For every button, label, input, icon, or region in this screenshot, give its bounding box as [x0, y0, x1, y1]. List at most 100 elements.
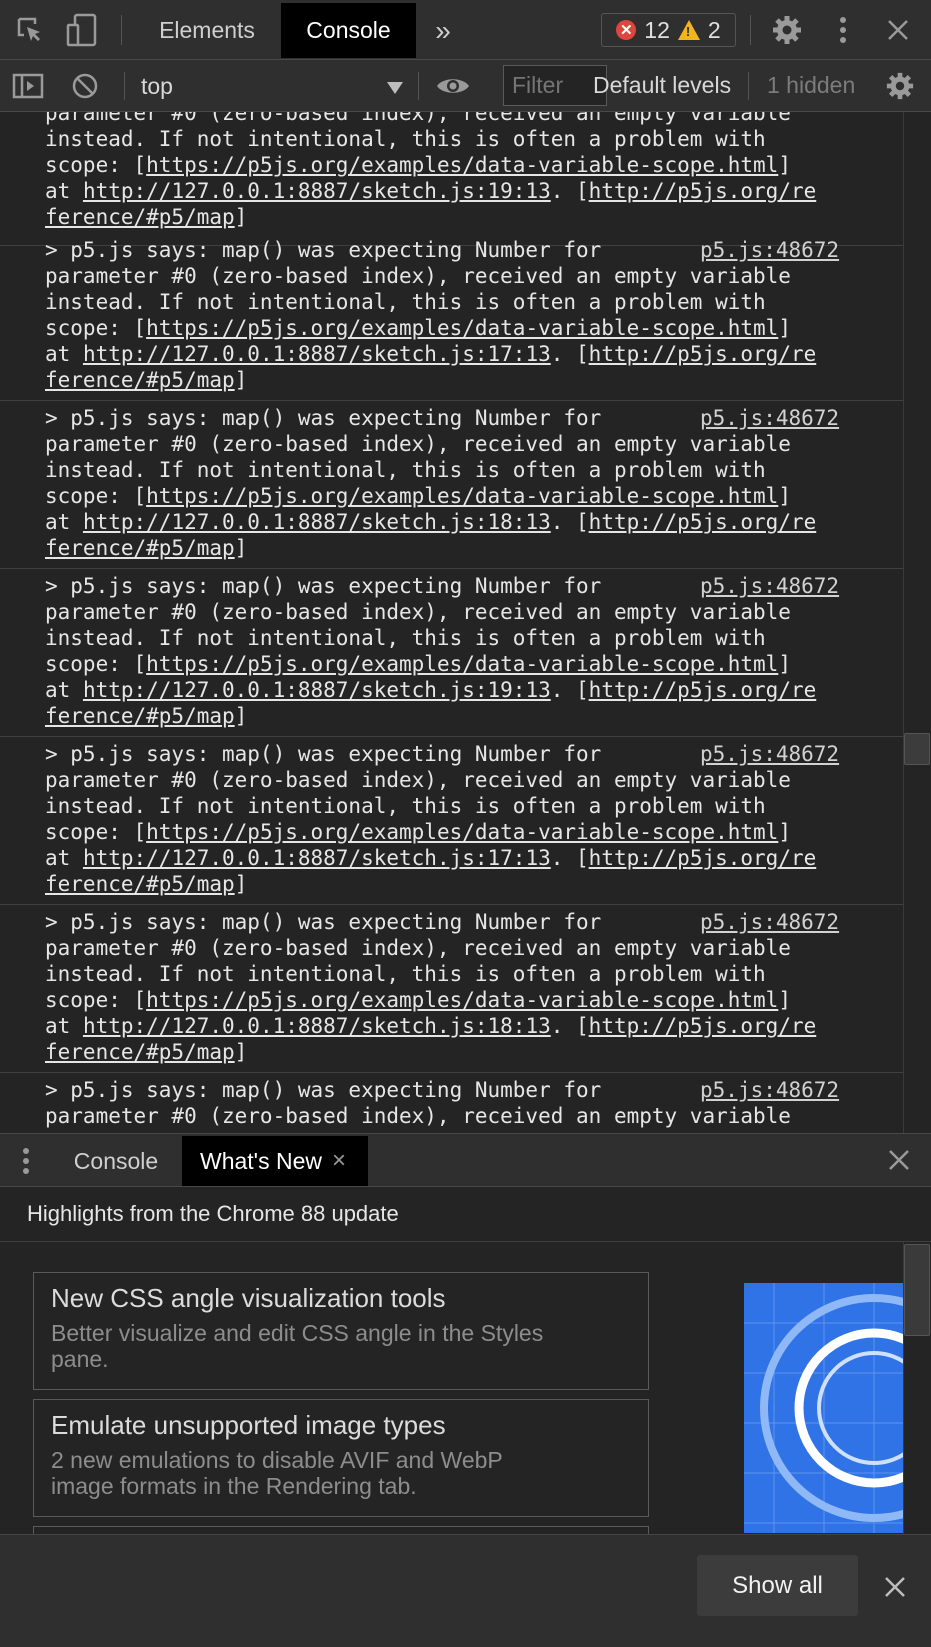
feature-card[interactable]: Emulate unsupported image types 2 new em… — [33, 1399, 649, 1517]
reference-link[interactable]: http://p5js.org/re — [589, 179, 817, 203]
console-settings-gear-icon[interactable] — [880, 68, 920, 104]
source-link[interactable]: p5.js:48672 — [700, 1077, 839, 1103]
reference-link[interactable]: ference/#p5/map — [45, 872, 235, 896]
message-line: scope: [https://p5js.org/examples/data-v… — [45, 484, 791, 508]
tab-elements[interactable]: Elements — [138, 3, 276, 58]
context-selector[interactable]: top — [141, 68, 409, 104]
log-levels-dropdown[interactable]: Default levels — [593, 72, 731, 99]
reference-link[interactable]: http://p5js.org/re — [589, 678, 817, 702]
reference-link[interactable]: http://p5js.org/re — [589, 342, 817, 366]
message-line: at http://127.0.0.1:8887/sketch.js:19:13… — [45, 179, 817, 203]
error-count: 12 — [644, 16, 670, 43]
kebab-menu-icon[interactable] — [823, 12, 863, 48]
sketch-link[interactable]: http://127.0.0.1:8887/sketch.js:19:13 — [83, 179, 551, 203]
message-line: > p5.js says: map() was expecting Number… — [45, 406, 602, 430]
feature-description: Better visualize and edit CSS angle in t… — [51, 1320, 544, 1372]
reference-link[interactable]: http://p5js.org/re — [589, 1014, 817, 1038]
scope-link[interactable]: https://p5js.org/examples/data-variable-… — [146, 316, 778, 340]
more-tabs-button[interactable]: » — [421, 3, 465, 58]
source-link[interactable]: p5.js:48672 — [700, 405, 839, 431]
source-link[interactable]: p5.js:48672 — [700, 909, 839, 935]
hidden-count: 1 hidden — [767, 72, 856, 98]
close-footer-icon[interactable] — [884, 1576, 906, 1603]
filter-input[interactable] — [503, 65, 607, 106]
console-message: > p5.js says: map() was expecting Number… — [0, 233, 903, 401]
scope-link[interactable]: https://p5js.org/examples/data-variable-… — [146, 652, 778, 676]
clear-icon[interactable] — [65, 68, 105, 104]
console-message: > p5.js says: map() was expecting Number… — [0, 401, 903, 569]
console-messages[interactable]: parameter #0 (zero-based index), receive… — [0, 112, 903, 1133]
scope-link[interactable]: https://p5js.org/examples/data-variable-… — [146, 484, 778, 508]
message-line: at http://127.0.0.1:8887/sketch.js:17:13… — [45, 846, 817, 870]
message-line: ference/#p5/map] — [45, 1040, 248, 1064]
message-line: parameter #0 (zero-based index), receive… — [45, 1104, 791, 1128]
tab-console[interactable]: Console — [281, 3, 416, 58]
console-scrollbar-thumb[interactable] — [904, 733, 930, 765]
close-drawer-icon[interactable] — [888, 1149, 910, 1176]
reference-link[interactable]: ference/#p5/map — [45, 368, 235, 392]
message-line: ference/#p5/map] — [45, 205, 248, 229]
device-toggle-icon[interactable] — [62, 12, 102, 48]
message-line: at http://127.0.0.1:8887/sketch.js:19:13… — [45, 678, 817, 702]
separator — [750, 15, 751, 45]
sketch-link[interactable]: http://127.0.0.1:8887/sketch.js:18:13 — [83, 1014, 551, 1038]
message-line: ference/#p5/map] — [45, 872, 248, 896]
reference-link[interactable]: http://p5js.org/re — [589, 510, 817, 534]
message-line: scope: [https://p5js.org/examples/data-v… — [45, 988, 791, 1012]
reference-link[interactable]: ference/#p5/map — [45, 205, 235, 229]
issue-counters[interactable]: ✕ 12 ! 2 — [601, 13, 736, 47]
feature-description: 2 new emulations to disable AVIF and Web… — [51, 1447, 503, 1499]
close-tab-icon[interactable]: × — [332, 1147, 346, 1175]
drawer-tab-whats-new[interactable]: What's New × — [182, 1136, 368, 1186]
message-line: > p5.js says: map() was expecting Number… — [45, 910, 602, 934]
source-link[interactable]: p5.js:48672 — [700, 237, 839, 263]
sketch-link[interactable]: http://127.0.0.1:8887/sketch.js:17:13 — [83, 846, 551, 870]
sketch-link[interactable]: http://127.0.0.1:8887/sketch.js:17:13 — [83, 342, 551, 366]
sidebar-icon[interactable] — [8, 68, 48, 104]
eye-icon[interactable] — [433, 68, 473, 104]
source-link[interactable]: p5.js:48672 — [700, 741, 839, 767]
drawer-menu-icon[interactable] — [22, 1147, 30, 1180]
console-message: > p5.js says: map() was expecting Number… — [0, 737, 903, 905]
console-message: parameter #0 (zero-based index), receive… — [0, 112, 903, 246]
warning-icon: ! — [677, 20, 700, 40]
error-icon: ✕ — [616, 20, 637, 40]
gear-icon[interactable] — [767, 12, 807, 48]
message-line: instead. If not intentional, this is oft… — [45, 458, 766, 482]
scope-link[interactable]: https://p5js.org/examples/data-variable-… — [146, 988, 778, 1012]
inspect-icon[interactable] — [10, 12, 50, 48]
reference-link[interactable]: http://p5js.org/re — [589, 846, 817, 870]
reference-link[interactable]: ference/#p5/map — [45, 1040, 235, 1064]
message-line: scope: [https://p5js.org/examples/data-v… — [45, 652, 791, 676]
separator — [124, 72, 125, 100]
sketch-link[interactable]: http://127.0.0.1:8887/sketch.js:19:13 — [83, 678, 551, 702]
message-line: parameter #0 (zero-based index), receive… — [45, 432, 791, 456]
message-line: ference/#p5/map] — [45, 536, 248, 560]
scope-link[interactable]: https://p5js.org/examples/data-variable-… — [146, 820, 778, 844]
source-link[interactable]: p5.js:48672 — [700, 573, 839, 599]
message-line: at http://127.0.0.1:8887/sketch.js:18:13… — [45, 510, 817, 534]
console-scrollbar[interactable] — [903, 112, 931, 1133]
message-line: parameter #0 (zero-based index), receive… — [45, 112, 791, 125]
close-icon[interactable] — [878, 12, 918, 48]
scope-link[interactable]: https://p5js.org/examples/data-variable-… — [146, 153, 778, 177]
drawer-tab-console[interactable]: Console — [57, 1136, 175, 1186]
reference-link[interactable]: ference/#p5/map — [45, 536, 235, 560]
message-line: scope: [https://p5js.org/examples/data-v… — [45, 316, 791, 340]
show-all-button[interactable]: Show all — [697, 1555, 858, 1616]
message-line: instead. If not intentional, this is oft… — [45, 626, 766, 650]
sketch-link[interactable]: http://127.0.0.1:8887/sketch.js:18:13 — [83, 510, 551, 534]
feature-card[interactable]: New CSS angle visualization tools Better… — [33, 1272, 649, 1390]
console-message: > p5.js says: map() was expecting Number… — [0, 1073, 903, 1133]
drawer-tab-label: What's New — [200, 1147, 322, 1174]
message-line: instead. If not intentional, this is oft… — [45, 962, 766, 986]
reference-link[interactable]: ference/#p5/map — [45, 704, 235, 728]
whats-new-scrollbar-thumb[interactable] — [904, 1244, 930, 1336]
message-line: > p5.js says: map() was expecting Number… — [45, 742, 602, 766]
message-line: ference/#p5/map] — [45, 368, 248, 392]
feature-title: New CSS angle visualization tools — [51, 1283, 446, 1313]
context-label: top — [141, 72, 173, 99]
message-line: at http://127.0.0.1:8887/sketch.js:17:13… — [45, 342, 817, 366]
console-message: > p5.js says: map() was expecting Number… — [0, 905, 903, 1073]
separator — [748, 72, 749, 100]
